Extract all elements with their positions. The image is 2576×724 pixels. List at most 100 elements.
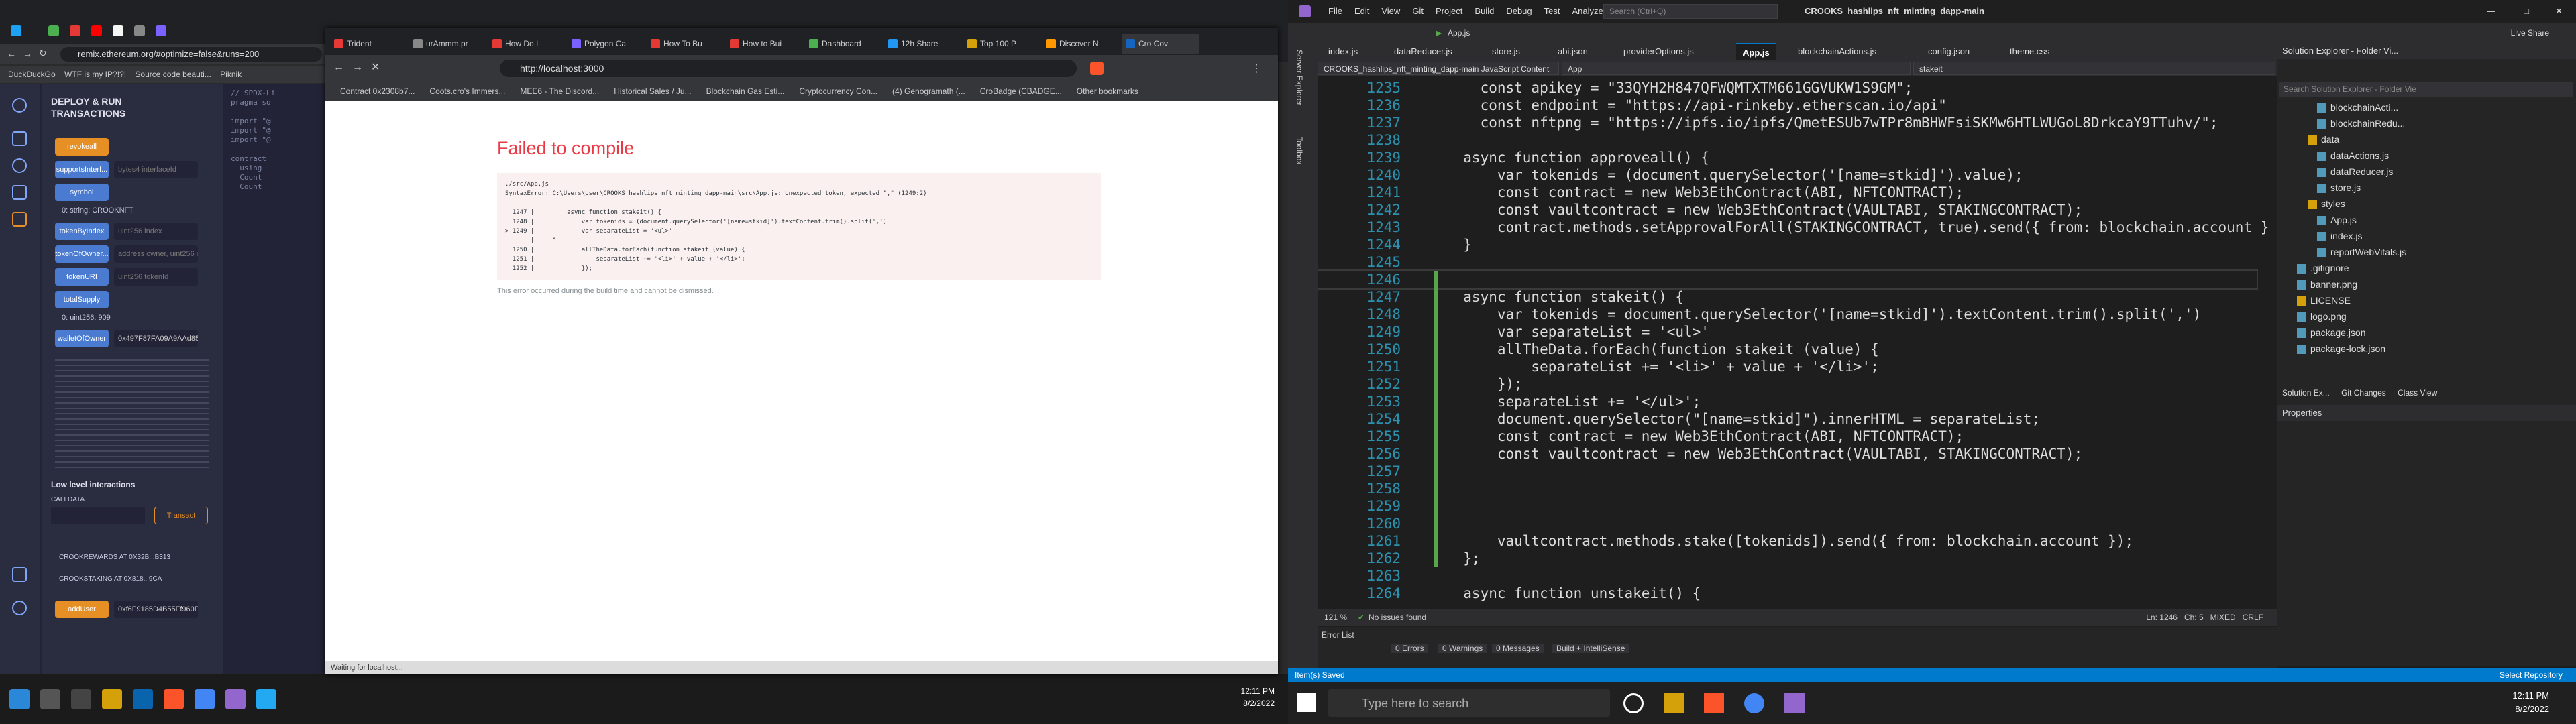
deploy-icon[interactable] xyxy=(12,212,27,227)
solution-item[interactable]: App.js xyxy=(2317,212,2357,228)
bookmark-item[interactable]: Blockchain Gas Esti... xyxy=(706,86,785,96)
reload-icon[interactable]: ↻ xyxy=(39,48,47,59)
menu-item-git[interactable]: Git xyxy=(1412,6,1424,16)
wallet-of-owner-button[interactable]: walletOfOwner xyxy=(55,330,109,347)
deployed-contract-rewards[interactable]: CROOKREWARDS AT 0X32B...B313 xyxy=(59,554,170,561)
token-of-owner-button[interactable]: tokenOfOwner... xyxy=(55,245,109,263)
doc-tab[interactable]: dataReducer.js xyxy=(1387,43,1459,60)
url-field[interactable]: http://localhost:3000 xyxy=(500,60,1077,77)
file-explorer-icon[interactable] xyxy=(102,689,122,709)
code-line[interactable]: 1261 vaultcontract.methods.stake([tokeni… xyxy=(1318,532,2257,550)
code-line[interactable]: 1236 const endpoint = "https://api-rinke… xyxy=(1318,97,2257,114)
mail-icon[interactable] xyxy=(133,689,153,709)
class-view-tab[interactable]: Class View xyxy=(2398,388,2437,398)
chrome-icon[interactable] xyxy=(195,689,215,709)
code-line[interactable]: 1249 var separateList = '<ul>' xyxy=(1318,323,2257,341)
menu-item-edit[interactable]: Edit xyxy=(1354,6,1369,16)
bookmark-item[interactable]: Historical Sales / Ju... xyxy=(614,86,691,96)
symbol-button[interactable]: symbol xyxy=(55,184,109,201)
visual-studio-icon[interactable] xyxy=(1784,693,1805,713)
solution-item[interactable]: reportWebVitals.js xyxy=(2317,244,2406,260)
left-clock[interactable]: 12:11 PM 8/2/2022 xyxy=(1241,685,1275,709)
inner-browser-tab[interactable]: Polygon Ca xyxy=(568,34,645,54)
doc-tab[interactable]: App.js xyxy=(1736,43,1776,60)
close-icon[interactable]: ✕ xyxy=(2555,0,2563,23)
code-line[interactable]: 1244 } xyxy=(1318,236,2257,253)
bookmark-item[interactable]: Piknik xyxy=(220,70,241,79)
code-line[interactable]: 1243 contract.methods.setApprovalForAll(… xyxy=(1318,219,2270,236)
bookmark-item[interactable]: DuckDuckGo xyxy=(8,70,56,79)
brave-browser-icon[interactable] xyxy=(1704,693,1724,713)
code-line[interactable]: 1264 async function unstakeit() { xyxy=(1318,585,2257,602)
doc-tab[interactable]: config.json xyxy=(1921,43,1976,60)
code-line[interactable]: 1258 xyxy=(1318,480,2257,497)
server-explorer-tab[interactable]: Server Explorer xyxy=(1295,50,1304,105)
search-icon[interactable] xyxy=(12,158,27,173)
menu-item-project[interactable]: Project xyxy=(1436,6,1462,16)
wallet-owner-input[interactable]: 0x497F87FA09A9AAd852 xyxy=(114,330,198,347)
live-share-button[interactable]: Live Share xyxy=(2511,23,2549,43)
bookmark-item[interactable]: CroBadge (CBADGE... xyxy=(980,86,1062,96)
revokeall-button[interactable]: revokeall xyxy=(55,138,109,156)
browser-tab[interactable] xyxy=(87,21,107,40)
inner-browser-tab[interactable]: Discover N xyxy=(1043,34,1120,54)
token-by-index-button[interactable]: tokenByIndex xyxy=(55,223,109,240)
select-repository-button[interactable]: Select Repository xyxy=(2500,668,2563,682)
browser-tab[interactable] xyxy=(66,21,86,40)
back-arrow-icon[interactable]: ← xyxy=(333,62,344,74)
brave-shield-icon[interactable] xyxy=(1090,62,1104,75)
code-line[interactable]: 1253 separateList += '</ul>'; xyxy=(1318,393,2257,410)
maximize-icon[interactable]: □ xyxy=(2524,0,2529,23)
code-line[interactable]: 1252 }); xyxy=(1318,375,2257,393)
build-filter-dropdown[interactable]: Build + IntelliSense xyxy=(1552,644,1629,653)
code-line[interactable]: 1257 xyxy=(1318,463,2257,480)
inner-browser-tab[interactable]: How to Bui xyxy=(727,34,803,54)
token-id-input[interactable]: uint256 tokenId xyxy=(114,268,198,286)
calldata-input[interactable] xyxy=(51,507,145,524)
code-line[interactable]: 1247 async function stakeit() { xyxy=(1318,288,2257,306)
doc-tab[interactable]: blockchainActions.js xyxy=(1791,43,1883,60)
windows-start-icon[interactable] xyxy=(1297,693,1316,712)
right-clock[interactable]: 12:11 PM 8/2/2022 xyxy=(2512,689,2549,716)
forward-arrow-icon[interactable]: → xyxy=(352,62,363,74)
inner-browser-tab[interactable]: Trident xyxy=(331,34,407,54)
code-line[interactable]: 1245 xyxy=(1318,253,2257,271)
code-line[interactable]: 1239 async function approveall() { xyxy=(1318,149,2257,166)
bookmark-item[interactable]: (4) Genogramath (... xyxy=(892,86,965,96)
browser-tab[interactable] xyxy=(152,21,172,40)
solution-item[interactable]: blockchainRedu... xyxy=(2317,115,2405,131)
browser-tab[interactable] xyxy=(7,21,43,40)
project-dropdown[interactable]: CROOKS_hashlips_nft_minting_dapp-main Ja… xyxy=(1318,62,1559,87)
solution-item[interactable]: index.js xyxy=(2317,228,2362,244)
git-changes-tab[interactable]: Git Changes xyxy=(2341,388,2386,398)
doc-tab[interactable]: abi.json xyxy=(1551,43,1595,60)
code-line[interactable]: 1235 const apikey = "33QYH2H847QFWQMTXTM… xyxy=(1318,79,2257,97)
code-editor[interactable]: 1235 const apikey = "33QYH2H847QFWQMTXTM… xyxy=(1318,76,2270,607)
doc-tab[interactable]: providerOptions.js xyxy=(1617,43,1701,60)
add-user-button[interactable]: addUser xyxy=(55,601,109,618)
total-supply-button[interactable]: totalSupply xyxy=(55,291,109,308)
forward-arrow-icon[interactable]: → xyxy=(23,48,32,59)
messages-filter[interactable]: 0 Messages xyxy=(1492,644,1544,653)
bookmark-item[interactable]: Contract 0x2308b7... xyxy=(340,86,415,96)
compiler-icon[interactable] xyxy=(12,185,27,200)
browser-tab[interactable] xyxy=(109,21,129,40)
file-explorer-icon[interactable] xyxy=(1664,693,1684,713)
doc-tab[interactable]: theme.css xyxy=(2003,43,2056,60)
task-view-icon[interactable] xyxy=(71,689,91,709)
warnings-filter[interactable]: 0 Warnings xyxy=(1438,644,1487,653)
inner-browser-tab[interactable]: How Do I xyxy=(489,34,566,54)
code-line[interactable]: 1260 xyxy=(1318,515,2257,532)
code-line[interactable]: 1263 xyxy=(1318,567,2257,585)
errors-filter[interactable]: 0 Errors xyxy=(1391,644,1428,653)
run-icon[interactable]: ▶ xyxy=(1436,23,1442,43)
code-line[interactable]: 1246 xyxy=(1318,269,2258,290)
solution-item[interactable]: blockchainActi... xyxy=(2317,99,2398,115)
solution-item[interactable]: LICENSE xyxy=(2297,292,2351,308)
solution-explorer-tab[interactable]: Solution Ex... xyxy=(2282,388,2330,398)
solution-item[interactable]: dataReducer.js xyxy=(2317,164,2393,180)
menu-item-debug[interactable]: Debug xyxy=(1506,6,1532,16)
code-line[interactable]: 1254 document.querySelector("[name=stkid… xyxy=(1318,410,2257,428)
inner-browser-tab[interactable]: Dashboard xyxy=(806,34,882,54)
inner-browser-tab[interactable]: urAmmm.pr xyxy=(410,34,486,54)
